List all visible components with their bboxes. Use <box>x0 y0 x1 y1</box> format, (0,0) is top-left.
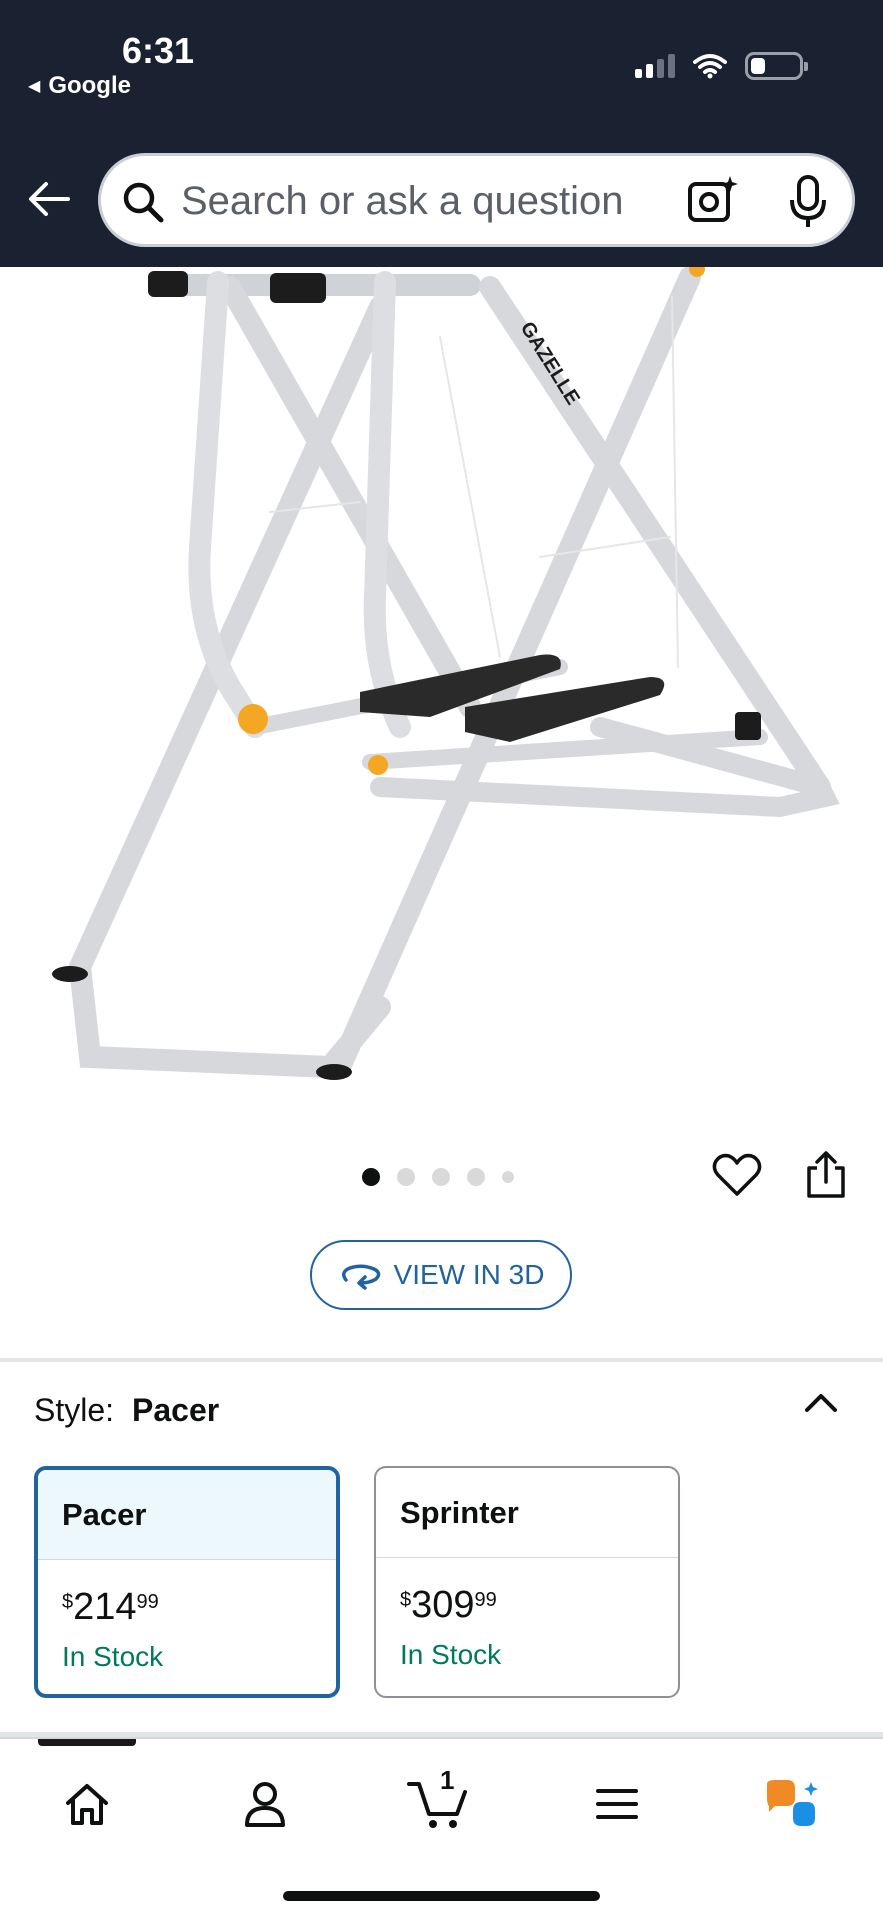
home-indicator[interactable] <box>283 1891 600 1901</box>
search-icon <box>123 182 164 223</box>
nav-menu[interactable] <box>582 1769 652 1839</box>
top-header: 6:31 ◀ Google <box>0 0 883 267</box>
style-label: Style: <box>34 1392 115 1428</box>
style-label-row: Style: Pacer <box>34 1392 219 1429</box>
view-in-3d-label: VIEW IN 3D <box>393 1259 545 1290</box>
nav-rufus[interactable] <box>758 1769 828 1839</box>
back-arrow-icon[interactable] <box>26 176 72 222</box>
carousel-dot[interactable] <box>362 1168 380 1186</box>
style-option-name: Pacer <box>38 1470 336 1560</box>
nav-home[interactable] <box>52 1769 122 1839</box>
share-icon[interactable] <box>803 1150 849 1200</box>
heart-icon[interactable] <box>712 1152 762 1198</box>
product-image[interactable]: GAZELLE <box>0 267 883 1127</box>
style-selected-value: Pacer <box>132 1392 220 1428</box>
rufus-icon <box>767 1780 818 1826</box>
rotate-3d-icon <box>341 1264 380 1290</box>
carousel-dot[interactable] <box>467 1168 485 1186</box>
stock-status: In Stock <box>62 1641 164 1672</box>
style-option-sprinter[interactable]: Sprinter $309 99 In Stock <box>374 1466 680 1698</box>
status-time: 6:31 <box>122 30 195 71</box>
style-option-price: $309 99 <box>400 1584 497 1626</box>
carousel-dot[interactable] <box>432 1168 450 1186</box>
stock-status: In Stock <box>400 1639 502 1670</box>
chevron-up-icon[interactable] <box>800 1388 842 1418</box>
home-icon <box>66 1784 108 1825</box>
cart-icon <box>407 1782 467 1828</box>
cart-count-badge: 1 <box>440 1765 455 1795</box>
carousel-dot[interactable] <box>397 1168 415 1186</box>
carousel-dots[interactable] <box>362 1168 514 1186</box>
menu-icon <box>596 1789 638 1819</box>
active-tab-indicator <box>38 1739 136 1746</box>
style-option-pacer[interactable]: Pacer $214 99 In Stock <box>34 1466 340 1698</box>
back-triangle-icon: ◀ <box>28 78 41 95</box>
style-option-price: $214 99 <box>62 1586 159 1628</box>
battery-icon <box>745 52 808 80</box>
status-icons <box>635 52 808 80</box>
microphone-icon[interactable] <box>786 174 830 230</box>
nav-cart[interactable] <box>404 1769 474 1839</box>
wifi-icon <box>693 54 727 79</box>
account-icon <box>245 1782 285 1827</box>
camera-lens-icon[interactable] <box>686 174 740 228</box>
search-input[interactable] <box>181 170 741 232</box>
section-divider <box>0 1358 883 1362</box>
carousel-dot[interactable] <box>502 1171 514 1183</box>
search-bar[interactable] <box>98 153 855 247</box>
view-in-3d-button[interactable]: VIEW IN 3D <box>310 1240 572 1310</box>
nav-account[interactable] <box>230 1769 300 1839</box>
style-option-name: Sprinter <box>376 1468 678 1558</box>
back-app-label: Google <box>48 72 131 99</box>
back-to-app-link[interactable]: ◀ Google <box>28 72 131 100</box>
cellular-signal-icon <box>635 54 675 78</box>
